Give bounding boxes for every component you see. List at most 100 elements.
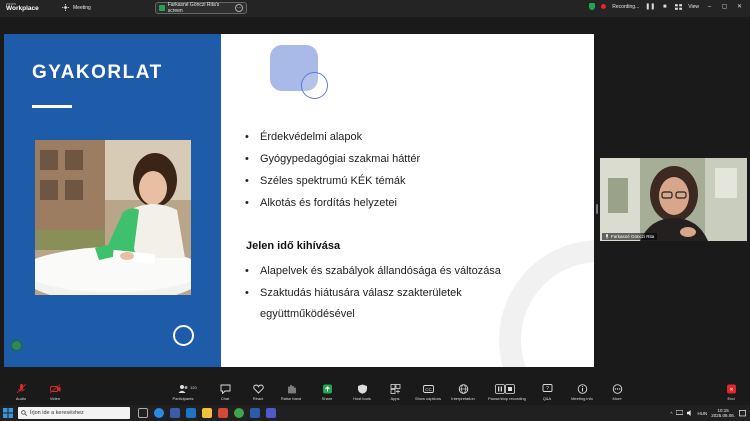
- edge-browser-icon[interactable]: [154, 408, 164, 418]
- video-label: Video: [49, 396, 61, 401]
- raise-hand-label: Raise hand: [280, 396, 302, 401]
- participants-icon: [178, 385, 187, 393]
- slide-subheading: Jelen idő kihívása: [246, 240, 341, 252]
- word-icon[interactable]: [250, 408, 260, 418]
- audio-label: Audio: [15, 396, 27, 401]
- meeting-info-button[interactable]: Meeting info: [565, 384, 599, 401]
- end-call-icon: ✕: [726, 384, 736, 394]
- interpretation-label: Interpretation: [451, 396, 475, 401]
- network-icon[interactable]: [676, 410, 684, 416]
- close-icon[interactable]: ✕: [735, 3, 744, 10]
- slide-title: GYAKORLAT: [32, 62, 163, 83]
- chat-bubble-icon: [220, 384, 230, 394]
- presenter-mini-avatar[interactable]: [11, 340, 22, 351]
- share-screen-icon: [159, 5, 165, 11]
- bullet-item: Széles spektrumú KÉK témák: [244, 173, 420, 195]
- view-button[interactable]: View: [688, 4, 699, 10]
- tray-chevron-icon[interactable]: ^: [670, 411, 672, 416]
- svg-text:CC: CC: [425, 387, 432, 392]
- taskbar-clock[interactable]: 10:15 2025.06.06.: [711, 408, 735, 418]
- recording-label: Recording...: [612, 3, 640, 10]
- bullet-list-2: Alapelvek és szabályok állandósága és vá…: [244, 261, 544, 326]
- view-grid-icon[interactable]: [675, 3, 683, 10]
- bullet-item: Alkotás és fordítás helyzetei: [244, 195, 420, 217]
- apps-label: Apps: [390, 396, 400, 401]
- windows-start-icon[interactable]: [3, 408, 13, 418]
- powerpoint-icon[interactable]: [218, 408, 228, 418]
- zoom-app-icon[interactable]: [170, 408, 180, 418]
- task-view-icon[interactable]: [138, 408, 148, 418]
- participants-count: 120: [190, 385, 197, 390]
- meeting-info-label: Meeting info: [571, 396, 593, 401]
- more-dots-icon: [612, 384, 622, 394]
- chrome-icon[interactable]: [234, 408, 244, 418]
- speaker-icon[interactable]: [687, 410, 693, 416]
- decorative-ring: [173, 325, 194, 346]
- teams-icon[interactable]: [266, 408, 276, 418]
- zoom-window: zoom Workplace Meeting Farkasné Gönczi R…: [0, 0, 750, 421]
- decorative-circle: [301, 72, 328, 99]
- share-label: Share: [321, 396, 333, 401]
- participant-video-tile[interactable]: Farkasné Gönczi Rita: [600, 158, 747, 241]
- system-tray: ^ HUN 10:15 2025.06.06.: [670, 407, 746, 419]
- microphone-muted-icon: [16, 384, 26, 394]
- participant-video: [600, 158, 747, 241]
- chat-label: Chat: [220, 396, 230, 401]
- video-button[interactable]: Video: [38, 384, 72, 401]
- maximize-icon[interactable]: ▢: [720, 3, 729, 10]
- interpretation-button[interactable]: Interpretation: [446, 384, 480, 401]
- apps-button[interactable]: Apps: [378, 384, 412, 401]
- react-button[interactable]: React: [241, 384, 275, 401]
- react-label: React: [252, 396, 264, 401]
- participants-label: Participants: [172, 396, 194, 401]
- show-captions-button[interactable]: CC Show captions: [411, 384, 445, 401]
- pause-stop-icon: [495, 384, 515, 394]
- chat-button[interactable]: Chat: [208, 384, 242, 401]
- end-button[interactable]: ✕ End: [714, 384, 748, 401]
- host-tools-button[interactable]: Host tools: [345, 384, 379, 401]
- slide-photo: [35, 140, 191, 295]
- bullet-item: Alapelvek és szabályok állandósága és vá…: [244, 261, 544, 283]
- app-logo: zoom Workplace: [6, 2, 42, 15]
- audio-button[interactable]: Audio: [4, 384, 38, 401]
- outlook-icon[interactable]: [186, 408, 196, 418]
- bullet-list: Érdekvédelmi alapok Gyógypedagógiai szak…: [244, 129, 420, 217]
- clock-date: 2025.06.06.: [711, 413, 735, 418]
- meeting-toolbar: Audio Video Participants 120 Chat React …: [0, 381, 750, 405]
- pause-stop-recording-label: Pause/stop recording: [488, 396, 526, 401]
- host-tools-label: Host tools: [353, 396, 371, 401]
- pause-stop-recording-button[interactable]: Pause/stop recording: [488, 384, 526, 401]
- svg-text:?: ?: [546, 386, 549, 392]
- screen-share-indicator[interactable]: Farkasné Gönczi Rita's screen ⋯: [155, 2, 247, 14]
- raise-hand-button[interactable]: Raise hand: [274, 384, 308, 401]
- notifications-icon[interactable]: [739, 409, 746, 417]
- title-underline: [32, 105, 72, 108]
- search-icon: [21, 410, 27, 416]
- more-label: More: [612, 396, 622, 401]
- bullet-item: Gyógypedagógiai szakmai háttér: [244, 151, 420, 173]
- share-options-icon[interactable]: ⋯: [235, 4, 243, 12]
- participant-name-label: Farkasné Gönczi Rita: [602, 233, 658, 240]
- meeting-tab[interactable]: Meeting: [62, 4, 91, 11]
- windows-taskbar: Írjon ide a kereséshez ^ HUN 10:15 2025.…: [0, 405, 750, 421]
- search-placeholder: Írjon ide a kereséshez: [30, 410, 84, 416]
- show-captions-label: Show captions: [414, 396, 441, 401]
- file-explorer-icon[interactable]: [202, 408, 212, 418]
- language-indicator[interactable]: HUN: [697, 411, 707, 416]
- taskbar-search-input[interactable]: Írjon ide a kereséshez: [18, 407, 130, 419]
- svg-text:✕: ✕: [729, 387, 733, 393]
- share-button[interactable]: Share: [310, 384, 344, 401]
- top-right-controls: Recording... ❚❚ ■ View – ▢ ✕: [589, 3, 744, 10]
- share-screen-arrow-icon: [322, 384, 332, 394]
- shield-icon: [357, 384, 367, 394]
- top-bar: zoom Workplace Meeting Farkasné Gönczi R…: [0, 0, 750, 17]
- pause-recording-icon[interactable]: ❚❚: [645, 3, 655, 10]
- stop-recording-icon[interactable]: ■: [660, 4, 669, 10]
- minimize-icon[interactable]: –: [705, 4, 714, 10]
- security-shield-icon[interactable]: [589, 3, 596, 10]
- panel-resize-handle[interactable]: [596, 204, 598, 214]
- more-button[interactable]: More: [600, 384, 634, 401]
- apps-grid-icon: [390, 384, 400, 394]
- qa-button[interactable]: ? Q&A: [530, 384, 564, 401]
- mic-icon: [606, 234, 608, 239]
